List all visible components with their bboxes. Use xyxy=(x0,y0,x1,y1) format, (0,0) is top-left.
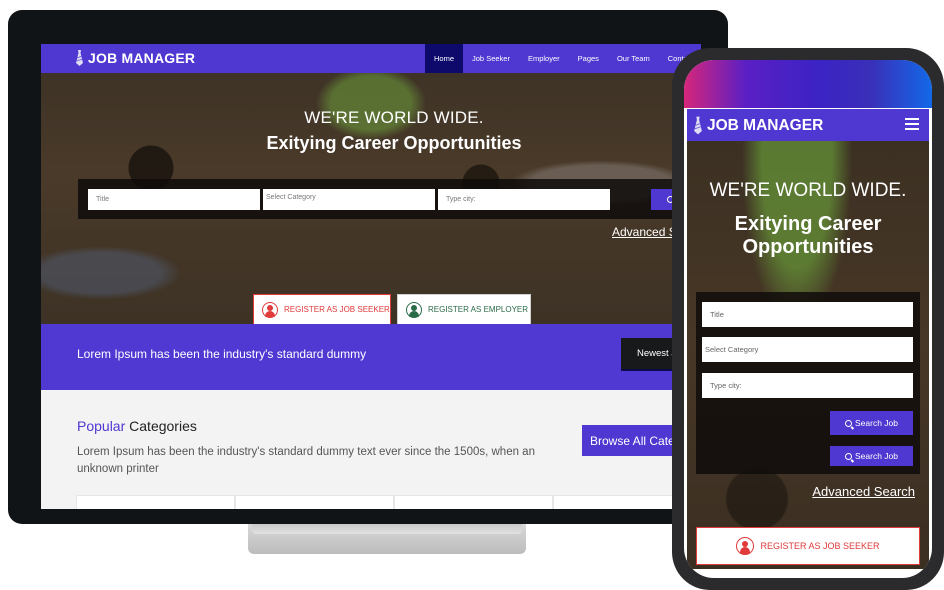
category-card[interactable] xyxy=(394,495,553,509)
promo-band-text: Lorem Ipsum has been the industry's stan… xyxy=(77,347,367,361)
nav-employer[interactable]: Employer xyxy=(519,44,569,73)
popular-categories-heading: Popular Categories xyxy=(77,418,197,434)
mobile-logo[interactable]: JOB MANAGER xyxy=(693,116,823,135)
category-select-placeholder: Select Category xyxy=(266,194,316,201)
mobile-job-search-form: Title Select Category Type city: Search … xyxy=(696,292,920,474)
mobile-search-job-button-2[interactable]: Search Job xyxy=(830,446,913,466)
top-navbar: JOB MANAGER Home Job Seeker Employer Pag… xyxy=(41,44,701,73)
phone-screen: JOB MANAGER WE'RE WORLD WIDE. Exitying C… xyxy=(684,60,932,578)
phone-frame: JOB MANAGER WE'RE WORLD WIDE. Exitying C… xyxy=(672,48,944,590)
user-icon xyxy=(262,301,278,318)
mobile-page: JOB MANAGER WE'RE WORLD WIDE. Exitying C… xyxy=(687,109,929,569)
category-card[interactable] xyxy=(76,495,235,509)
search-icon xyxy=(845,419,852,427)
monitor-stand xyxy=(248,524,526,554)
title-input[interactable]: Title xyxy=(88,189,260,210)
mobile-city-input[interactable]: Type city: xyxy=(702,373,913,398)
heading-rest: Categories xyxy=(129,418,197,434)
hero-section: WE'RE WORLD WIDE. Exitying Career Opport… xyxy=(41,73,701,325)
tie-icon xyxy=(694,116,702,135)
heading-accent: Popular xyxy=(77,418,126,434)
category-select[interactable]: Select Category xyxy=(263,189,435,210)
mobile-title-placeholder: Title xyxy=(710,310,724,319)
city-input[interactable]: Type city: xyxy=(438,189,610,210)
nav-pages[interactable]: Pages xyxy=(569,44,608,73)
tie-icon xyxy=(76,50,83,66)
mobile-advanced-search-link[interactable]: Advanced Search xyxy=(812,484,915,499)
mobile-hero-subtitle: Exitying Career Opportunities xyxy=(734,213,882,258)
mobile-search-job-label: Search Job xyxy=(855,418,898,428)
mobile-search-job-button[interactable]: Search Job xyxy=(830,411,913,435)
mobile-category-placeholder: Select Category xyxy=(705,345,759,354)
popular-categories-section: Popular Categories Lorem Ipsum has been … xyxy=(41,390,701,509)
logo[interactable]: JOB MANAGER xyxy=(75,50,195,66)
desktop-screen: WE'RE WORLD WIDE. Exitying Career Opport… xyxy=(41,44,701,509)
categories-description: Lorem Ipsum has been the industry's stan… xyxy=(77,446,535,475)
mobile-hero-title: WE'RE WORLD WIDE. xyxy=(709,180,907,201)
register-job-seeker-label: REGISTER AS JOB SEEKER xyxy=(284,305,390,314)
hero-title: WE'RE WORLD WIDE. xyxy=(304,108,484,127)
mobile-register-job-seeker-label: REGISTER AS JOB SEEKER xyxy=(760,541,880,551)
hamburger-icon[interactable] xyxy=(905,118,919,130)
register-employer-label: REGISTER AS EMPLOYER xyxy=(428,305,529,314)
mobile-logo-text: JOB MANAGER xyxy=(707,116,824,134)
logo-text: JOB MANAGER xyxy=(88,50,196,66)
main-menu: Home Job Seeker Employer Pages Our Team … xyxy=(425,44,701,73)
category-card[interactable] xyxy=(235,495,394,509)
phone-status-gradient xyxy=(684,60,932,108)
search-icon xyxy=(845,452,852,460)
mobile-register-job-seeker-button[interactable]: REGISTER AS JOB SEEKER xyxy=(696,527,920,565)
job-search-bar: Title Select Category Type city: Search … xyxy=(78,179,701,219)
mobile-category-select[interactable]: Select Category xyxy=(702,337,913,362)
nav-our-team[interactable]: Our Team xyxy=(608,44,659,73)
desktop-monitor-frame: WE'RE WORLD WIDE. Exitying Career Opport… xyxy=(8,10,728,524)
hero-subtitle: Exitying Career Opportunities xyxy=(266,133,522,153)
user-icon xyxy=(406,301,422,318)
title-input-placeholder: Title xyxy=(96,196,109,203)
mobile-search-job-label-2: Search Job xyxy=(855,451,898,461)
user-icon xyxy=(736,537,755,555)
register-employer-button[interactable]: REGISTER AS EMPLOYER xyxy=(397,294,531,325)
nav-job-seeker[interactable]: Job Seeker xyxy=(463,44,519,73)
mobile-title-input[interactable]: Title xyxy=(702,302,913,327)
register-job-seeker-button[interactable]: REGISTER AS JOB SEEKER xyxy=(253,294,391,325)
mobile-city-placeholder: Type city: xyxy=(710,381,742,390)
city-input-placeholder: Type city: xyxy=(446,196,476,203)
nav-home[interactable]: Home xyxy=(425,44,464,73)
mobile-navbar: JOB MANAGER xyxy=(687,109,929,141)
promo-band: Lorem Ipsum has been the industry's stan… xyxy=(41,324,701,390)
